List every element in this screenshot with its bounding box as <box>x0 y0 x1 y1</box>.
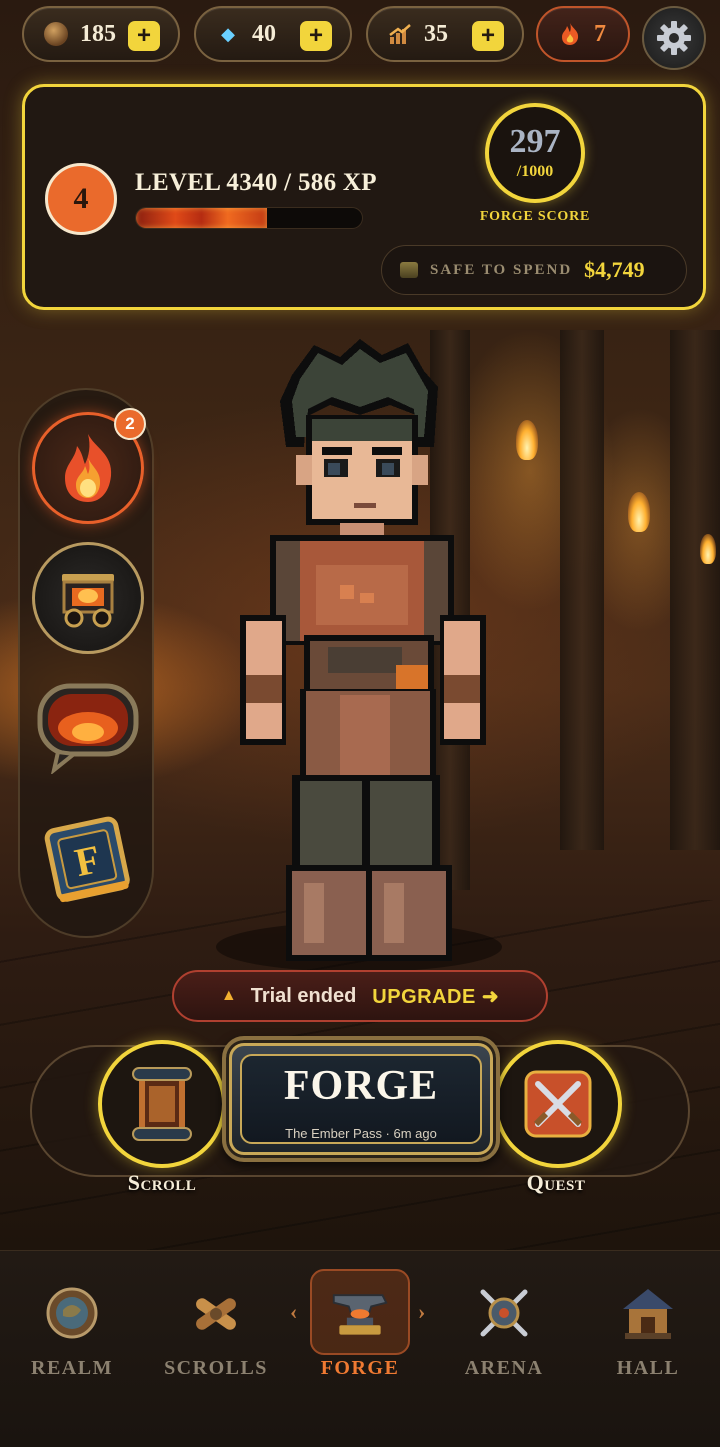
nav-item-realm[interactable]: REALM <box>0 1279 144 1399</box>
warning-icon: ▲ <box>220 987 237 1004</box>
growth-pill[interactable]: 35 + <box>366 6 524 62</box>
safe-to-spend-value: $4,749 <box>584 257 645 282</box>
add-coins-button[interactable]: + <box>128 21 160 51</box>
settings-button[interactable] <box>642 6 706 70</box>
nav-item-forge[interactable]: FORGE <box>288 1279 432 1399</box>
player-character[interactable] <box>220 335 510 965</box>
gear-icon <box>657 21 691 55</box>
fire-icon <box>65 434 112 502</box>
growth-value: 35 <box>424 20 448 47</box>
gems-value: 40 <box>252 20 276 47</box>
realm-icon <box>42 1283 102 1343</box>
scrolls-icon <box>186 1283 246 1343</box>
safe-to-spend-label: SAFE TO SPEND <box>430 261 573 278</box>
hall-icon <box>618 1283 678 1343</box>
nav-item-arena[interactable]: ARENA <box>432 1279 576 1399</box>
level-xp-title: LEVEL 4340 / 586 XP <box>135 169 377 196</box>
nav-label-forge: FORGE <box>320 1357 400 1379</box>
streak-pill[interactable]: 7 <box>536 6 630 62</box>
gems-pill[interactable]: ◆ 40 + <box>194 6 352 62</box>
level-card: 4 LEVEL 4340 / 586 XP 297 /1000 FORGE SC… <box>22 84 706 310</box>
level-badge: 4 <box>45 163 117 235</box>
side-mine-cart-button[interactable] <box>32 542 144 654</box>
xp-progress-fill <box>136 208 268 228</box>
nav-label-realm: REALM <box>31 1357 113 1379</box>
scroll-label: Scroll <box>127 1170 197 1195</box>
nav-label-scrolls: SCROLLS <box>164 1357 268 1379</box>
quest-label: Quest <box>526 1170 586 1195</box>
notification-badge: 2 <box>114 408 146 440</box>
scroll-icon <box>132 1067 192 1141</box>
streak-value: 7 <box>594 20 606 47</box>
coin-icon <box>44 22 68 46</box>
resource-bar: 185 + ◆ 40 + 35 + 7 <box>22 6 708 70</box>
add-gems-button[interactable]: + <box>300 21 332 51</box>
wallet-icon <box>400 262 418 278</box>
nav-label-arena: ARENA <box>464 1357 544 1379</box>
side-menu: 2 F <box>18 388 154 938</box>
side-chat-button[interactable] <box>32 672 144 784</box>
upgrade-link[interactable]: UPGRADE ➜ <box>372 984 499 1009</box>
forge-score-max: /1000 <box>516 163 554 180</box>
nav-item-scrolls[interactable]: SCROLLS <box>144 1279 288 1399</box>
trial-ended-banner[interactable]: ▲ Trial ended UPGRADE ➜ <box>172 970 548 1022</box>
gem-icon: ◆ <box>221 23 235 44</box>
nav-item-hall[interactable]: HALL <box>576 1279 720 1399</box>
mine-cart-icon <box>62 574 114 628</box>
bottom-nav: ‹ › REALM SCROLLS FORGE ARENA HALL <box>0 1250 720 1447</box>
forge-score-value: 297 <box>509 123 561 160</box>
side-rule-book-button[interactable]: F <box>32 802 144 914</box>
safe-to-spend-pill[interactable]: SAFE TO SPEND $4,749 <box>381 245 687 295</box>
crossed-swords-icon <box>524 1070 592 1138</box>
forge-button[interactable]: FORGE The Ember Pass · 6m ago <box>222 1036 500 1162</box>
forge-button-subtitle: The Ember Pass · 6m ago <box>285 1126 437 1141</box>
coins-pill[interactable]: 185 + <box>22 6 180 62</box>
rule-book-icon: F <box>44 816 130 903</box>
forge-score-label: FORGE SCORE <box>479 209 591 224</box>
add-growth-button[interactable]: + <box>472 21 504 51</box>
coins-value: 185 <box>80 20 116 47</box>
arena-icon <box>474 1283 534 1343</box>
forge-score-ring[interactable]: 297 /1000 <box>485 103 585 203</box>
forge-button-title: FORGE <box>283 1063 439 1109</box>
growth-chart-icon <box>388 22 412 46</box>
flame-icon <box>558 22 582 46</box>
quest-button[interactable] <box>494 1040 622 1168</box>
trial-ended-text: Trial ended <box>250 984 357 1007</box>
scroll-button[interactable] <box>98 1040 226 1168</box>
xp-progress-bar <box>135 207 363 229</box>
chat-flame-icon <box>37 683 139 774</box>
nav-label-hall: HALL <box>616 1357 680 1379</box>
anvil-icon <box>330 1283 390 1343</box>
